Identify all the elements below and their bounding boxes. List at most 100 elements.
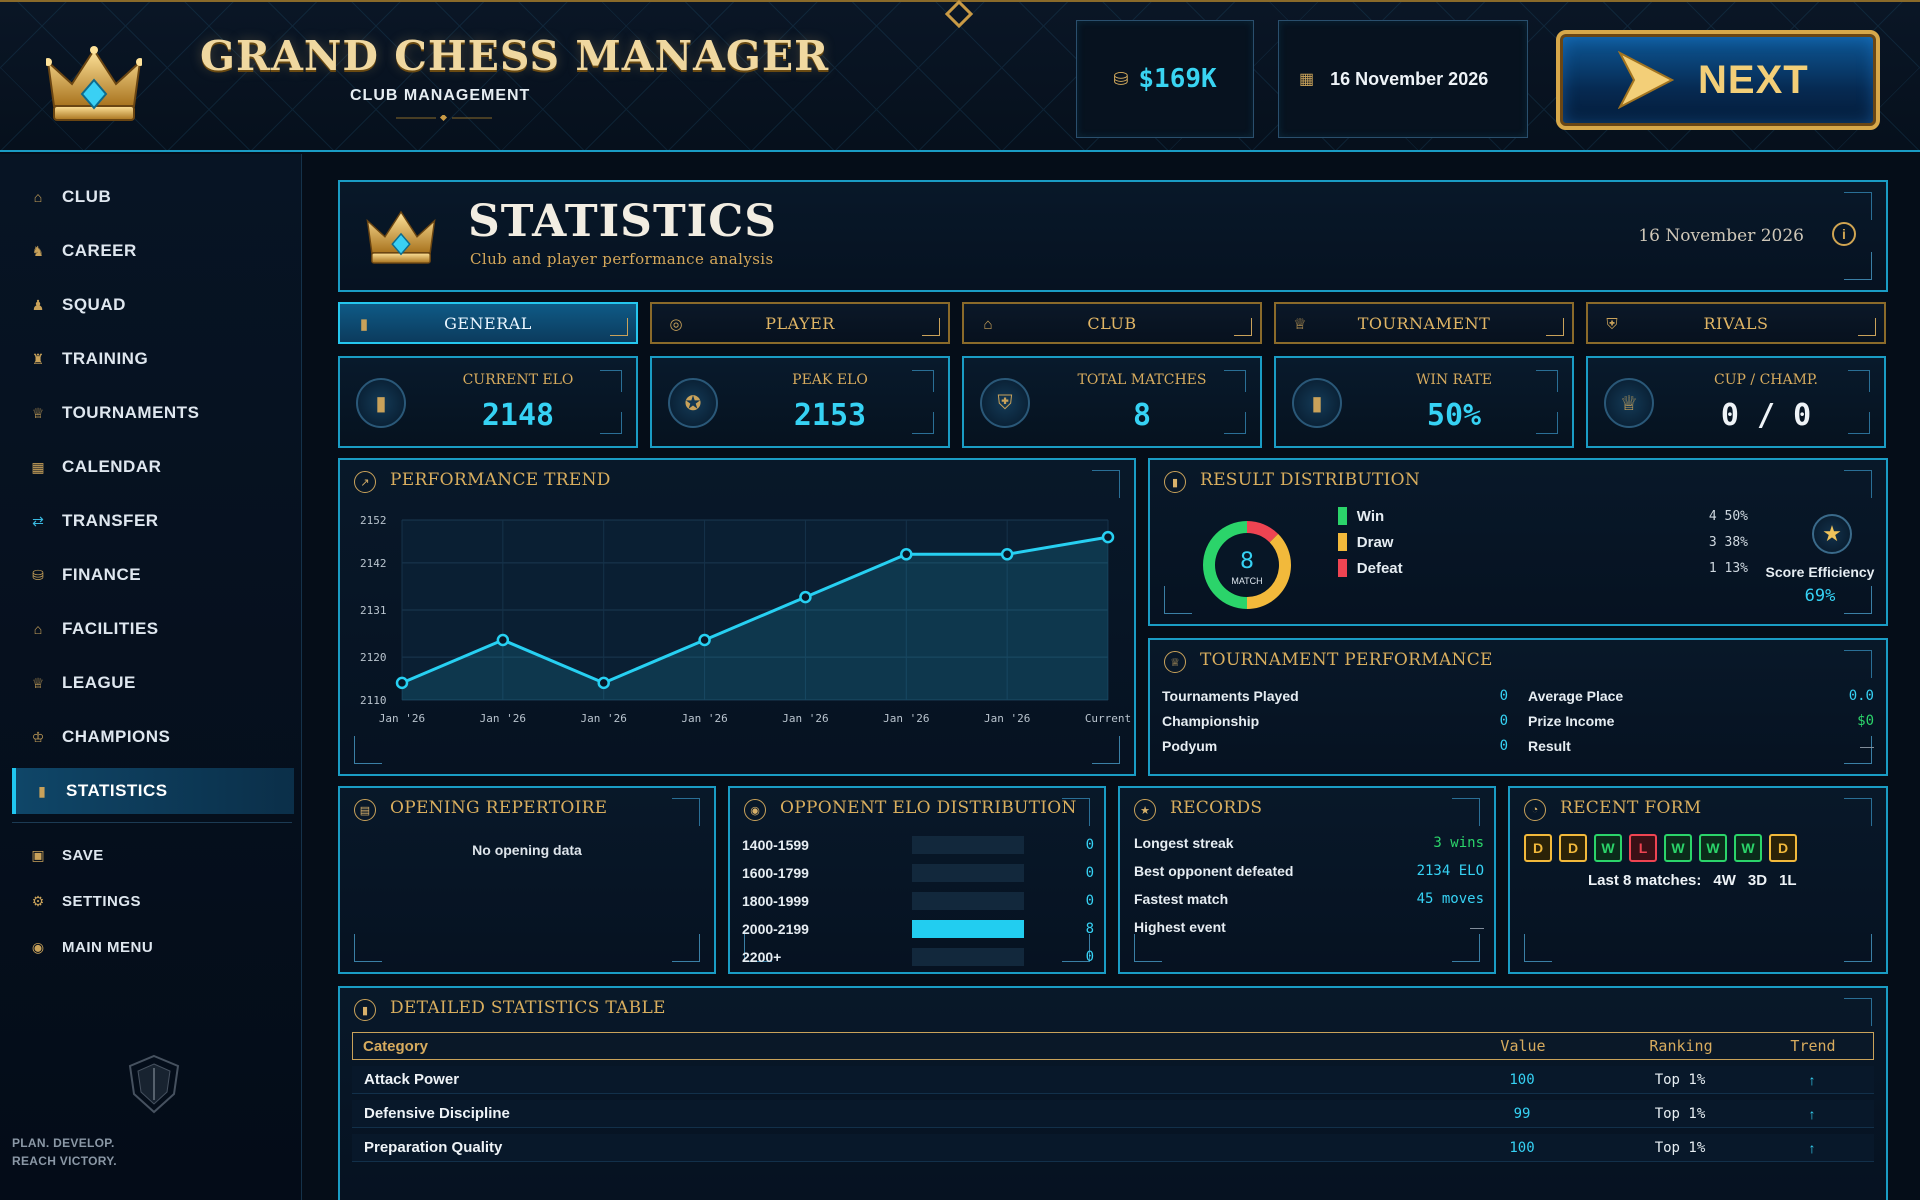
stat-podium: Podyum 0 [1162, 738, 1508, 754]
sidebar-item-main-menu[interactable]: ◉ MAIN MENU [12, 924, 294, 970]
sidebar-item-champions[interactable]: ♔ CHAMPIONS [12, 714, 294, 760]
form-result-badge: D [1769, 834, 1797, 862]
tab-player[interactable]: ◎ PLAYER [650, 302, 950, 344]
next-button[interactable]: NEXT [1556, 30, 1880, 130]
y-tick-label: 2110 [360, 694, 387, 707]
sidebar-divider [12, 822, 292, 823]
sidebar-item-club[interactable]: ⌂ CLUB [12, 174, 294, 220]
trend-up-icon: ↑ [1808, 1105, 1816, 1122]
elo-bucket-row: 1600-1799 0 [742, 862, 1094, 884]
form-result-badge: L [1629, 834, 1657, 862]
panel-title: RECORDS [1170, 798, 1263, 818]
sidebar-item-save[interactable]: ▣ SAVE [12, 832, 294, 878]
transfer-icon: ⇄ [32, 512, 44, 529]
score-efficiency-label: Score Efficiency [1765, 564, 1875, 580]
y-tick-label: 2131 [360, 604, 387, 617]
kpi-total-matches: ⛨ TOTAL MATCHES 8 [962, 356, 1262, 448]
x-tick-label: Jan '26 [681, 712, 727, 725]
elo-bucket-count: 0 [1085, 949, 1094, 965]
opponent-elo-panel: ◉ OPPONENT ELO DISTRIBUTION 1400-1599 0 16… [728, 786, 1106, 974]
column-header-category: Category [363, 1037, 429, 1055]
menu-icon: ◉ [31, 938, 45, 955]
detailed-statistics-panel: ▮ DETAILED STATISTICS TABLE Category Val… [338, 986, 1888, 1200]
elo-bucket-bar-track [912, 892, 1024, 910]
statistics-header: STATISTICS Club and player performance a… [338, 180, 1888, 292]
form-result-badge: D [1524, 834, 1552, 862]
tab-tournament[interactable]: ♕ TOURNAMENT [1274, 302, 1574, 344]
club-crest-icon [128, 1054, 180, 1114]
elo-bucket-label: 1400-1599 [742, 837, 809, 853]
donut-center-label: MATCH [1231, 576, 1262, 586]
sidebar-item-tournaments[interactable]: ♕ TOURNAMENTS [12, 390, 294, 436]
elo-bucket-count: 8 [1085, 921, 1094, 937]
kpi-peak-elo: ✪ PEAK ELO 2153 [650, 356, 950, 448]
book-icon: ▤ [354, 799, 376, 821]
sidebar-item-squad[interactable]: ♟ SQUAD [12, 282, 294, 328]
save-icon: ▣ [31, 846, 45, 863]
bar-chart-icon: ▮ [1292, 378, 1342, 428]
bar-chart-icon: ▮ [354, 999, 376, 1021]
data-point [900, 548, 913, 561]
crown-logo-icon [46, 46, 142, 121]
sidebar-item-statistics[interactable]: ▮ STATISTICS [12, 768, 294, 814]
data-point [395, 676, 409, 690]
panel-title: DETAILED STATISTICS TABLE [390, 998, 666, 1018]
home-icon: ⌂ [33, 189, 43, 205]
player-icon: ◎ [669, 316, 683, 333]
kpi-current-elo: ▮ CURRENT ELO 2148 [338, 356, 638, 448]
record-longest-streak: Longest streak 3 wins [1134, 835, 1484, 851]
elo-bucket-label: 1600-1799 [742, 865, 809, 881]
sidebar-item-settings[interactable]: ⚙ SETTINGS [12, 878, 294, 924]
form-result-badge: D [1559, 834, 1587, 862]
sidebar-item-league[interactable]: ♕ LEAGUE [12, 660, 294, 706]
tab-rivals[interactable]: ⛨ RIVALS [1586, 302, 1886, 344]
target-icon: ◉ [744, 799, 766, 821]
sidebar-item-finance[interactable]: ⛁ FINANCE [12, 552, 294, 598]
stats-icon: ▮ [359, 316, 369, 333]
x-tick-label: Jan '26 [782, 712, 828, 725]
data-point [597, 676, 610, 690]
form-summary-label: Last 8 matches: [1588, 872, 1702, 889]
sidebar-item-calendar[interactable]: ▦ CALENDAR [12, 444, 294, 490]
elo-bucket-label: 2000-2199 [742, 921, 809, 937]
elo-bucket-bar-track [912, 920, 1024, 938]
tab-club[interactable]: ⌂ CLUB [962, 302, 1262, 344]
coins-icon: ⛁ [1113, 68, 1129, 89]
x-tick-label: Jan '26 [379, 712, 425, 725]
elo-bucket-row: 2200+ 0 [742, 946, 1094, 968]
stats-icon: ▮ [38, 782, 46, 799]
y-tick-label: 2152 [360, 514, 387, 527]
data-point [496, 633, 510, 647]
panel-title: OPENING REPERTOIRE [390, 798, 608, 818]
column-header-value: Value [1500, 1037, 1546, 1055]
calendar-icon: ▦ [31, 458, 45, 475]
stat-prize-income: Prize Income $0 [1528, 713, 1874, 729]
tab-general[interactable]: ▮ GENERAL [338, 302, 638, 344]
x-tick-label: Jan '26 [984, 712, 1030, 725]
arrow-right-icon [1618, 51, 1674, 109]
home-icon: ⌂ [983, 315, 993, 333]
header-date: 16 November 2026 [1638, 226, 1804, 246]
records-panel: ★ RECORDS Longest streak 3 wins Best oppo… [1118, 786, 1496, 974]
performance-trend-panel: ↗ PERFORMANCE TREND 2110 2120 2131 2142 2152… [338, 458, 1136, 776]
elo-bucket-bar-track [912, 864, 1024, 882]
table-row: Attack Power 100 Top 1% ↑ [352, 1066, 1874, 1094]
current-date: 16 November 2026 [1330, 68, 1489, 89]
page-subtitle: Club and player performance analysis [470, 250, 774, 268]
record-highest-event: Highest event — [1134, 919, 1484, 935]
page-title: STATISTICS [468, 196, 778, 247]
elo-bucket-label: 1800-1999 [742, 893, 809, 909]
shield-icon: ⛨ [980, 378, 1030, 428]
sidebar-item-transfer[interactable]: ⇄ TRANSFER [12, 498, 294, 544]
sidebar-item-career[interactable]: ♞ CAREER [12, 228, 294, 274]
table-row: Defensive Discipline 99 Top 1% ↑ [352, 1100, 1874, 1128]
tournament-performance-panel: ♕ TOURNAMENT PERFORMANCE Tournaments Pla… [1148, 638, 1888, 776]
table-header: Category Value Ranking Trend [352, 1032, 1874, 1060]
info-icon[interactable]: i [1832, 222, 1856, 246]
sidebar-item-facilities[interactable]: ⌂ FACILITIES [12, 606, 294, 652]
league-icon: ♕ [31, 674, 45, 691]
panel-title: TOURNAMENT PERFORMANCE [1200, 650, 1493, 670]
empty-state: No opening data [472, 842, 582, 858]
elo-bucket-bar-track [912, 836, 1024, 854]
sidebar-item-training[interactable]: ♜ TRAINING [12, 336, 294, 382]
